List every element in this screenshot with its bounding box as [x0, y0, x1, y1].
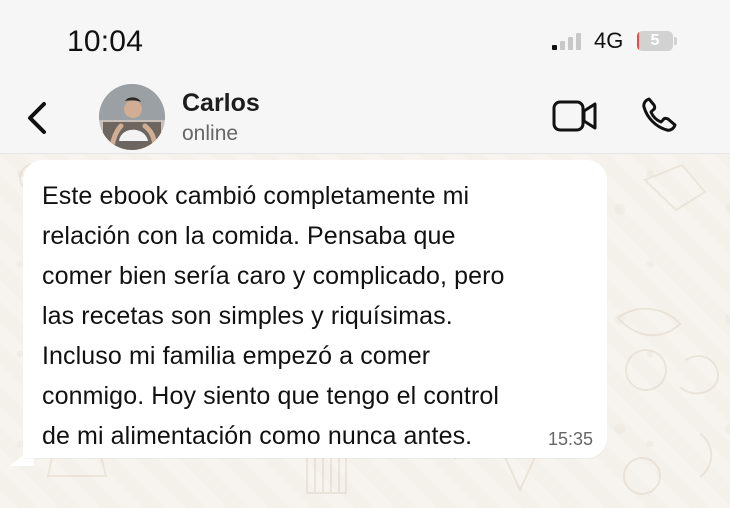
message-time: 15:35: [547, 429, 593, 449]
battery-shell: 5: [637, 31, 673, 51]
video-camera-icon: [552, 100, 597, 132]
signal-icon: [552, 33, 581, 50]
phone-icon: [642, 97, 677, 132]
incoming-message-bubble[interactable]: Este ebook cambió completamente mi relac…: [23, 160, 607, 458]
battery-cap: [674, 37, 677, 45]
back-button[interactable]: [22, 98, 54, 138]
voice-call-button[interactable]: [640, 96, 678, 134]
contact-name: Carlos: [182, 89, 260, 117]
video-call-button[interactable]: [552, 99, 598, 133]
battery-level: 5: [650, 32, 660, 49]
chat-screen: 10:04 4G 5 Carlos online Este ebook camb…: [0, 0, 730, 508]
chat-header: Carlos online: [0, 74, 730, 154]
network-label: 4G: [594, 28, 624, 53]
status-time: 10:04: [67, 25, 144, 58]
avatar[interactable]: [99, 84, 165, 150]
contact-status: online: [182, 122, 239, 145]
message-text: Este ebook cambió completamente mi relac…: [42, 182, 505, 450]
chevron-left-icon: [28, 102, 46, 134]
avatar-image: [99, 84, 165, 150]
status-bar: 10:04 4G 5: [0, 0, 730, 74]
battery-indicator: 5: [637, 31, 677, 51]
